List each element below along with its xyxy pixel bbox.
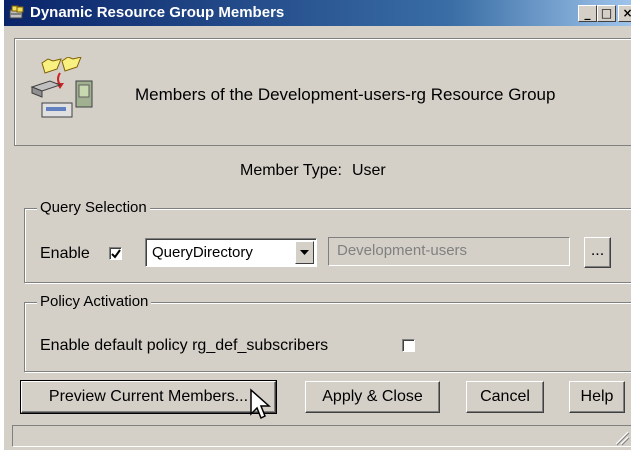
query-type-select[interactable]: QueryDirectory bbox=[145, 238, 317, 267]
query-value-text: Development-users bbox=[337, 242, 468, 259]
resource-group-members-icon bbox=[30, 56, 110, 123]
header-text: Members of the Development-users-rg Reso… bbox=[135, 85, 556, 104]
enable-label: Enable bbox=[40, 245, 90, 262]
minimize-button[interactable]: _ bbox=[578, 5, 597, 22]
close-icon: × bbox=[622, 6, 631, 20]
cancel-button[interactable]: Cancel bbox=[466, 381, 544, 413]
cancel-label: Cancel bbox=[480, 388, 530, 405]
chevron-down-icon bbox=[300, 250, 309, 255]
query-type-value: QueryDirectory bbox=[152, 244, 253, 261]
enable-default-policy-label: Enable default policy rg_def_subscribers bbox=[40, 337, 329, 354]
query-value-field[interactable]: Development-users bbox=[328, 237, 570, 266]
title-bar[interactable]: Dynamic Resource Group Members _ □ × bbox=[4, 0, 631, 26]
apply-close-label: Apply & Close bbox=[322, 388, 423, 405]
dropdown-arrow-button[interactable] bbox=[295, 241, 314, 264]
close-button[interactable]: × bbox=[618, 5, 631, 22]
status-bar bbox=[12, 425, 631, 447]
resize-grip-icon[interactable] bbox=[612, 428, 630, 446]
maximize-button[interactable]: □ bbox=[597, 5, 616, 22]
preview-current-members-button[interactable]: Preview Current Members... bbox=[20, 380, 277, 414]
apply-close-button[interactable]: Apply & Close bbox=[305, 381, 440, 413]
help-button[interactable]: Help bbox=[569, 381, 625, 413]
help-label: Help bbox=[580, 388, 614, 405]
window-title: Dynamic Resource Group Members bbox=[30, 4, 285, 21]
mouse-cursor-icon bbox=[249, 388, 271, 422]
minimize-icon: _ bbox=[584, 6, 591, 20]
policy-activation-legend: Policy Activation bbox=[37, 293, 152, 310]
member-type: Member Type: User bbox=[240, 162, 386, 180]
dialog-window: Dynamic Resource Group Members _ □ × Mem… bbox=[4, 0, 631, 450]
maximize-icon: □ bbox=[600, 6, 613, 20]
enable-checkbox[interactable] bbox=[109, 247, 122, 260]
query-selection-legend: Query Selection bbox=[37, 199, 150, 216]
member-type-label: Member Type: bbox=[240, 162, 342, 179]
browse-button[interactable]: ... bbox=[584, 237, 611, 268]
checkmark-icon bbox=[111, 249, 121, 259]
preview-button-label: Preview Current Members... bbox=[48, 388, 249, 405]
browse-label: ... bbox=[590, 242, 605, 259]
member-type-value: User bbox=[351, 162, 386, 179]
enable-default-policy-checkbox[interactable] bbox=[402, 339, 415, 352]
app-window-icon bbox=[8, 4, 26, 22]
